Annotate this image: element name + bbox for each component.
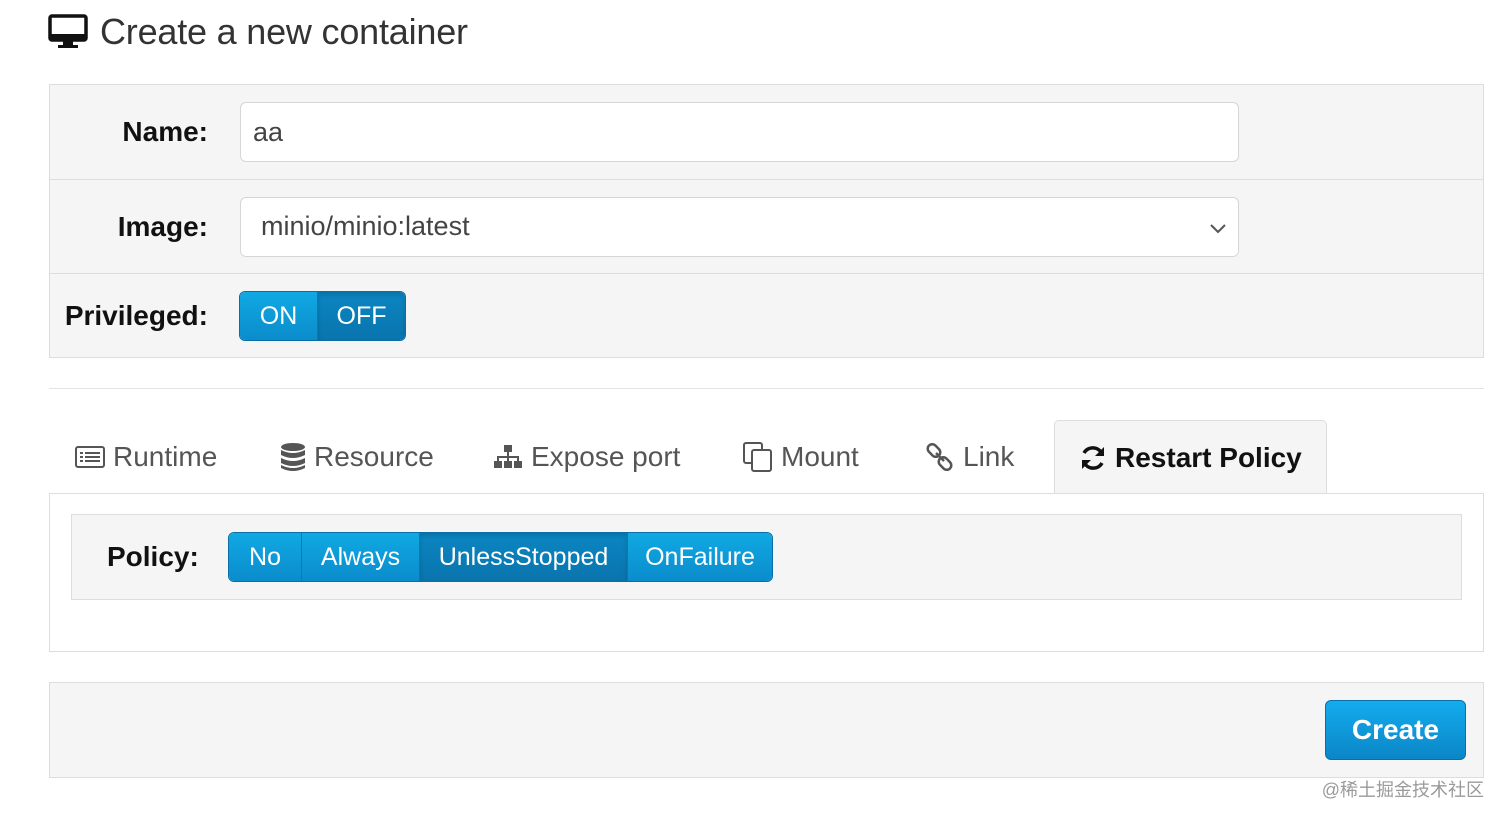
tab-mount[interactable]: Mount [743,420,859,494]
policy-label: Policy: [107,541,199,572]
policy-toggle: No Always UnlessStopped OnFailure [228,532,773,582]
refresh-icon [1082,446,1104,470]
image-label: Image: [117,210,208,242]
policy-onfailure-button[interactable]: OnFailure [628,533,772,581]
container-form: Name: Image: minio/minio:latest Privileg… [49,84,1484,358]
privileged-row: Privileged: ON OFF [50,273,1483,358]
policy-row: Policy: No Always UnlessStopped OnFailur… [71,514,1462,600]
chevron-down-icon [1208,218,1228,238]
link-icon [926,442,953,472]
create-button[interactable]: Create [1325,700,1466,760]
privileged-toggle: ON OFF [239,291,406,341]
privileged-label: Privileged: [64,300,208,331]
name-row: Name: [50,85,1483,179]
page-header: Create a new container [48,10,468,54]
list-icon [75,446,105,468]
tab-link[interactable]: Link [925,420,1014,494]
tab-restart-policy[interactable]: Restart Policy [1054,420,1327,495]
restart-policy-panel: Policy: No Always UnlessStopped OnFailur… [49,493,1484,652]
page-title: Create a new container [100,11,468,52]
tab-expose-port-label: Expose port [531,441,681,472]
tab-resource[interactable]: Resource [280,420,434,494]
tab-link-label: Link [963,441,1015,472]
sitemap-icon [494,445,522,468]
tab-mount-label: Mount [781,441,859,472]
watermark: @稀土掘金技术社区 [1321,780,1484,800]
name-label: Name: [122,116,208,147]
section-divider [49,388,1484,389]
policy-always-button[interactable]: Always [302,533,420,581]
tab-restart-policy-label: Restart Policy [1115,442,1302,473]
policy-unlessstopped-button[interactable]: UnlessStopped [420,533,628,581]
image-select[interactable]: minio/minio:latest [240,196,1239,257]
tab-runtime-label: Runtime [113,441,218,472]
tab-expose-port[interactable]: Expose port [493,420,680,494]
form-footer: Create [49,682,1484,778]
copy-icon [743,442,772,472]
config-tabs: Runtime Resource Expose port Mount Link … [49,420,1484,495]
privileged-on-button[interactable]: ON [240,292,318,340]
image-row: Image: minio/minio:latest [50,179,1483,273]
name-input[interactable] [240,102,1239,162]
privileged-off-button[interactable]: OFF [318,292,405,340]
image-select-value: minio/minio:latest [261,211,470,241]
tab-resource-label: Resource [314,441,434,472]
tab-runtime[interactable]: Runtime [75,420,217,494]
policy-no-button[interactable]: No [229,533,302,581]
monitor-icon [48,14,88,50]
database-icon [281,443,305,471]
